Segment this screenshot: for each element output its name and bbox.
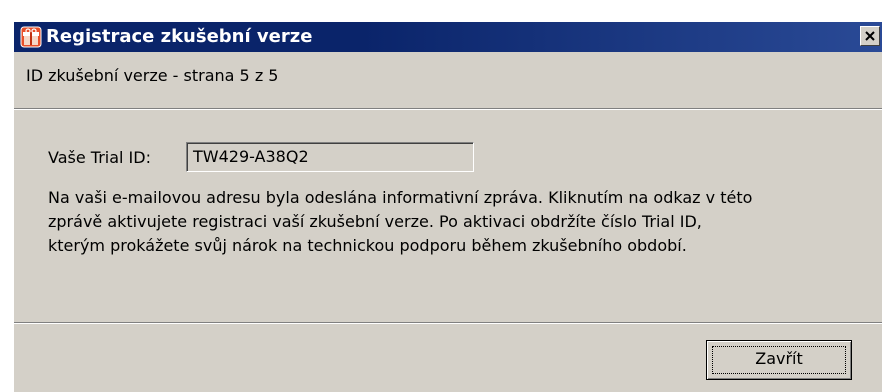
message-line: Na vaši e-mailovou adresu byla odeslána …: [48, 188, 753, 207]
step-indicator: ID zkušební verze - strana 5 z 5: [26, 66, 279, 85]
trial-id-label: Vaše Trial ID:: [48, 148, 151, 167]
close-button-label: Zavřít: [755, 349, 803, 368]
message-line: kterým prokážete svůj nárok na technicko…: [48, 236, 687, 255]
close-window-button[interactable]: [860, 26, 880, 46]
gift-icon: [20, 26, 42, 48]
message-line: zprávě aktivujete registraci vaší zkušeb…: [48, 212, 702, 231]
trial-id-field[interactable]: TW429-A38Q2: [186, 142, 474, 172]
title-bar[interactable]: Registrace zkušební verze: [14, 22, 882, 52]
close-button[interactable]: Zavřít: [706, 340, 852, 380]
footer-divider: [14, 322, 882, 324]
header-divider: [14, 108, 882, 110]
info-message: Na vaši e-mailovou adresu byla odeslána …: [48, 186, 868, 258]
dialog-title: Registrace zkušební verze: [46, 26, 313, 47]
registration-dialog: Registrace zkušební verze ID zkušební ve…: [14, 22, 882, 392]
